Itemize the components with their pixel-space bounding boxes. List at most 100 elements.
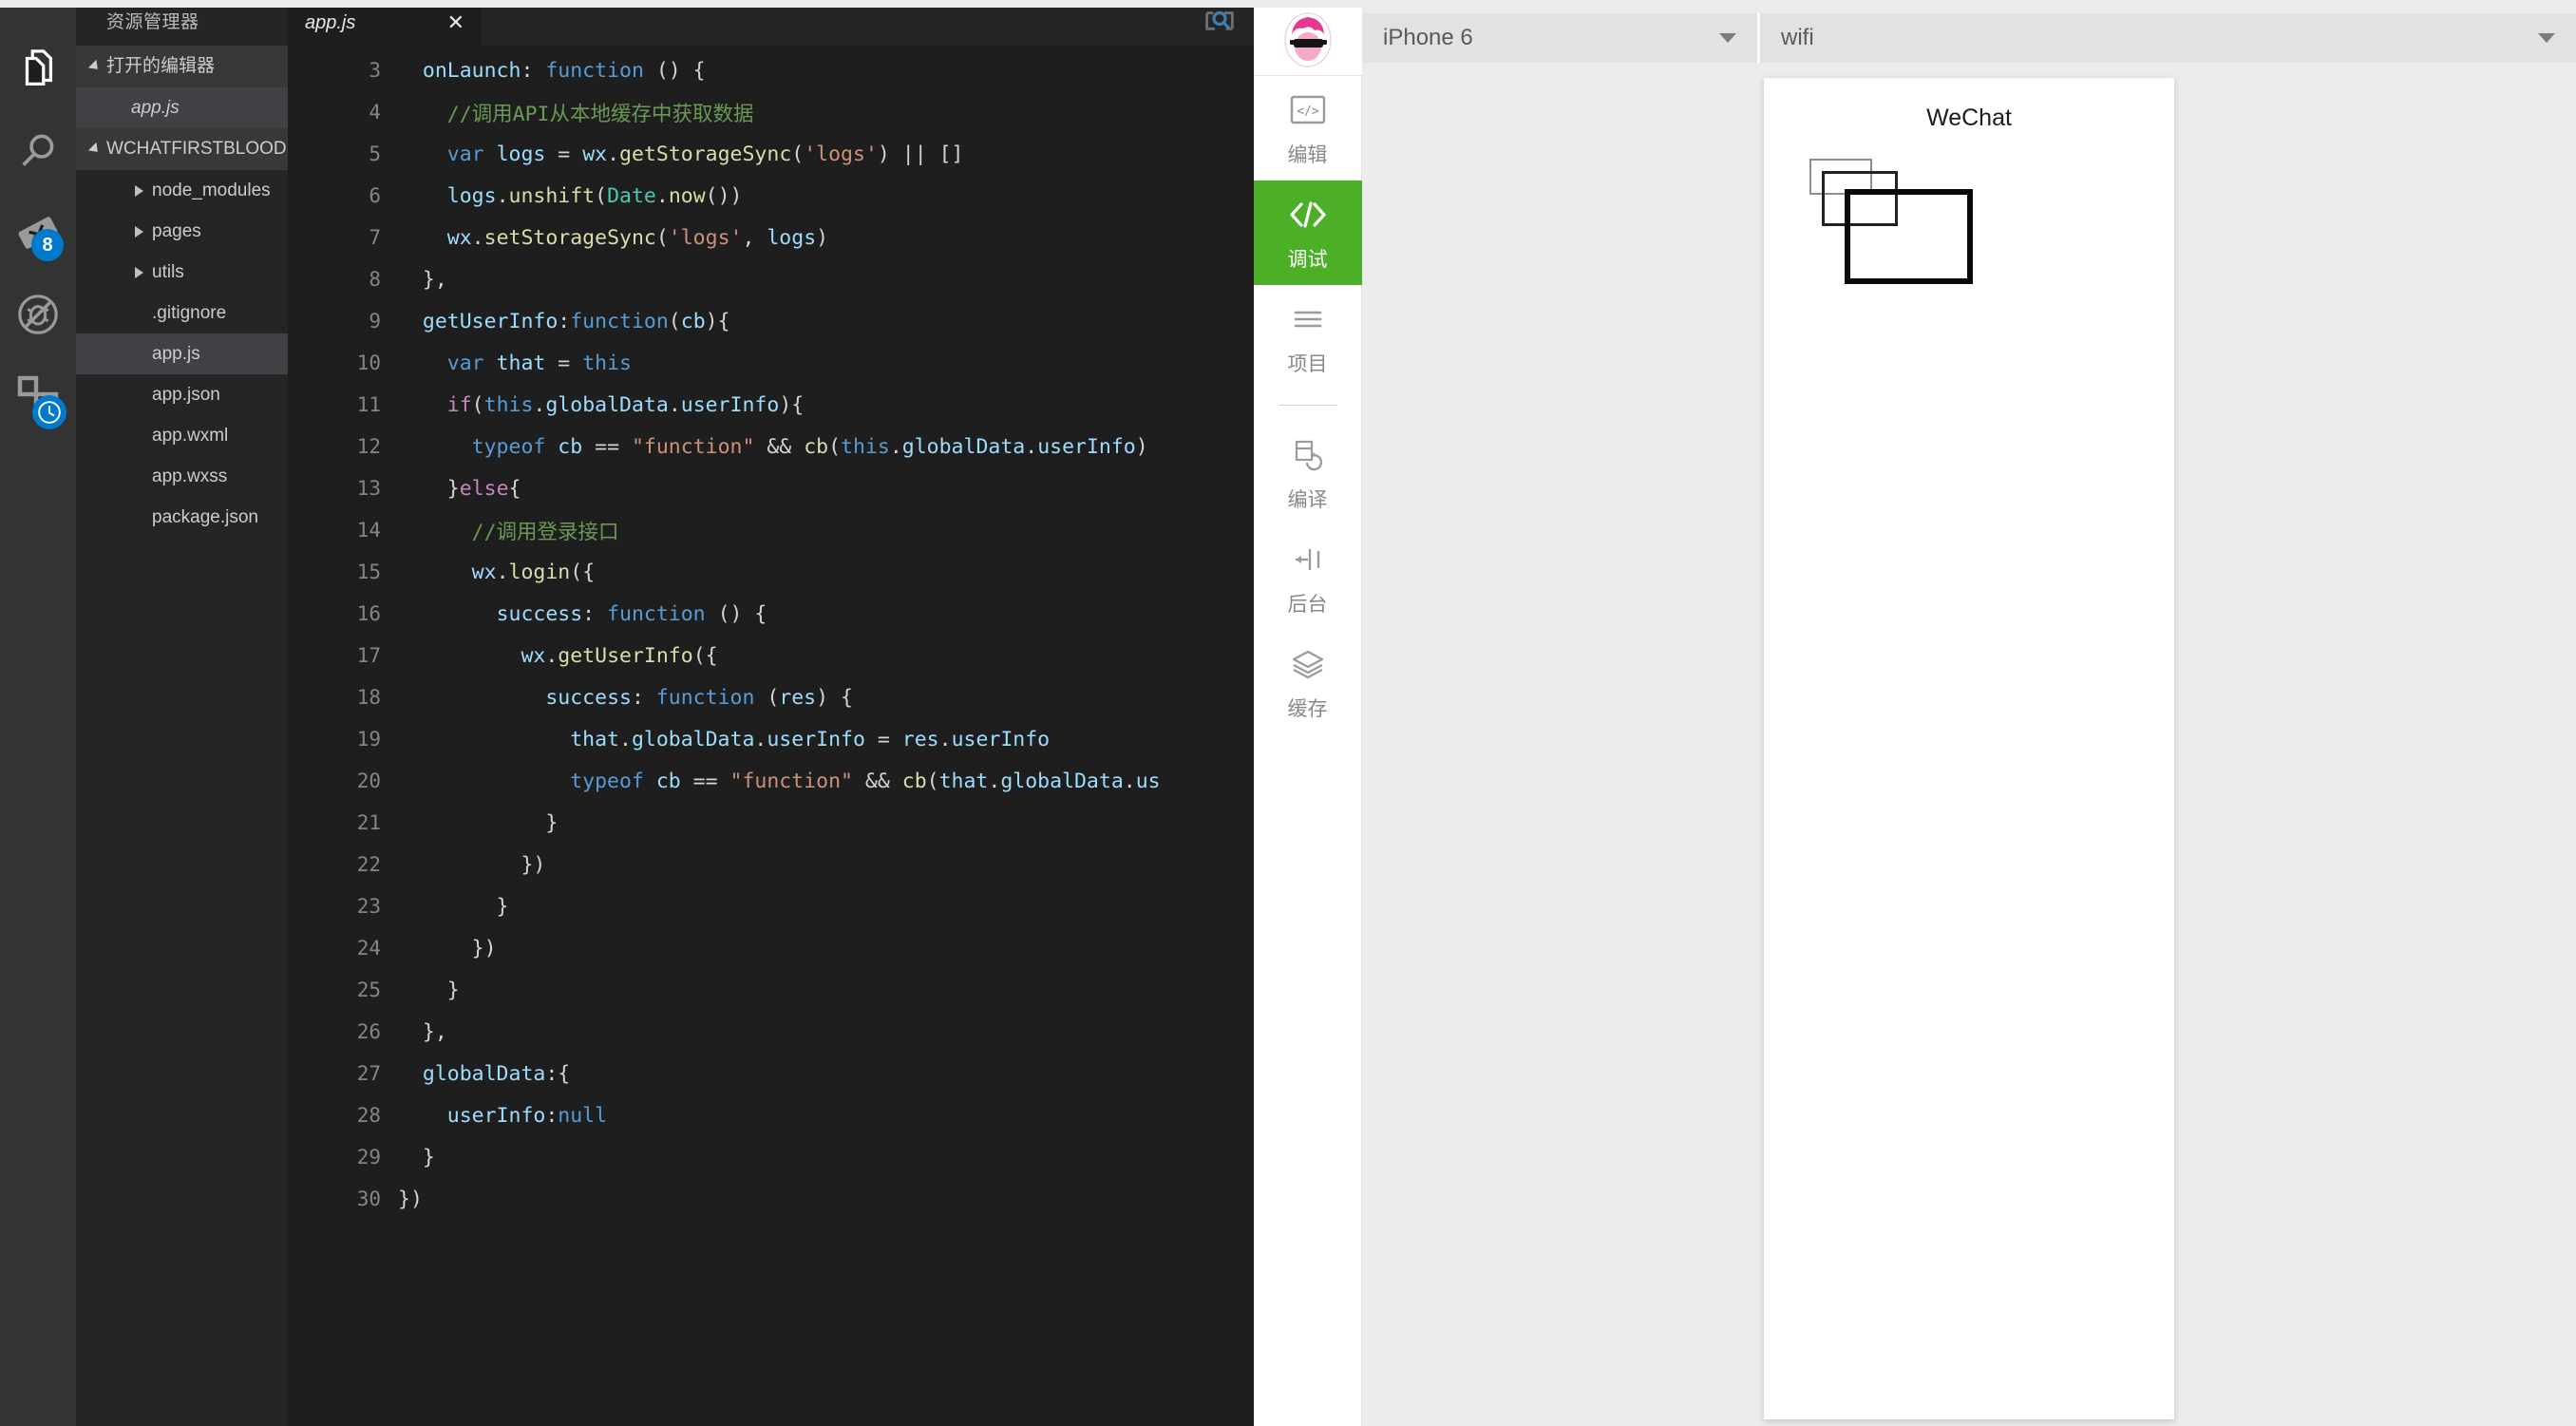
open-editor-item-appjs[interactable]: app.js bbox=[76, 87, 288, 128]
tree-item-app-json[interactable]: app.json bbox=[76, 374, 288, 415]
code-line: 23 } bbox=[288, 885, 1254, 927]
sim-tool-label: 调试 bbox=[1287, 248, 1328, 271]
code-line: 4 //调用API从本地缓存中获取数据 bbox=[288, 91, 1254, 133]
code-line: 3 onLaunch: function () { bbox=[288, 49, 1254, 91]
simulator-pane: </> 编辑 调试 项目 编译 后台 缓存 iPhone 6 wifi WeCh… bbox=[1253, 0, 2576, 1426]
activity-item-search[interactable] bbox=[0, 110, 76, 192]
code-editor[interactable]: 3 onLaunch: function () {4 //调用API从本地缓存中… bbox=[288, 46, 1254, 1426]
activity-item-extensions[interactable] bbox=[0, 355, 76, 437]
tree-item-pages[interactable]: pages bbox=[76, 211, 288, 252]
tree-item-label: app.json bbox=[152, 385, 220, 405]
network-select[interactable]: wifi bbox=[1760, 13, 2576, 63]
tree-item-gitignore[interactable]: .gitignore bbox=[76, 293, 288, 333]
code-line: 10 var that = this bbox=[288, 342, 1254, 384]
sim-tool-project[interactable]: 项目 bbox=[1254, 285, 1362, 390]
activity-bar: 8 bbox=[0, 0, 76, 1426]
ide-window: 8 资源管理器 打开的编辑器 app.js WCHATFIRSTBLOOD no… bbox=[0, 0, 2576, 1426]
line-content: getUserInfo:function(cb){ bbox=[422, 309, 730, 333]
code-line: 21 } bbox=[288, 802, 1254, 844]
line-number: 9 bbox=[369, 310, 381, 333]
sim-tool-label: 编辑 bbox=[1287, 143, 1328, 166]
code-line: 20 typeof cb == "function" && cb(that.gl… bbox=[288, 760, 1254, 802]
code-line: 14 //调用登录接口 bbox=[288, 509, 1254, 551]
line-number: 5 bbox=[369, 143, 381, 165]
code-line: 9 getUserInfo:function(cb){ bbox=[288, 300, 1254, 342]
tree-item-label: pages bbox=[152, 221, 201, 241]
line-number: 23 bbox=[356, 895, 381, 918]
section-open-editors[interactable]: 打开的编辑器 bbox=[76, 46, 288, 87]
tree-item-label: app.wxss bbox=[152, 466, 228, 486]
line-number: 17 bbox=[356, 644, 381, 667]
activity-item-source-control[interactable]: 8 bbox=[0, 192, 76, 274]
chevron-right-icon bbox=[135, 184, 143, 197]
simulator-controls: iPhone 6 wifi bbox=[1362, 0, 2576, 76]
tree-item-node-modules[interactable]: node_modules bbox=[76, 170, 288, 211]
line-content: wx.setStorageSync('logs', logs) bbox=[446, 225, 829, 250]
simulator-stage: WeChat bbox=[1362, 76, 2576, 1426]
line-content: }, bbox=[398, 267, 447, 292]
tree-item-utils[interactable]: utils bbox=[76, 252, 288, 293]
code-line: 28 userInfo:null bbox=[288, 1094, 1254, 1136]
line-content: } bbox=[398, 1145, 435, 1169]
line-number: 21 bbox=[356, 811, 381, 834]
section-project-root-label: WCHATFIRSTBLOOD bbox=[106, 139, 287, 159]
placeholder-boxes bbox=[1764, 159, 2174, 330]
phone-title: WeChat bbox=[1926, 105, 2012, 131]
section-open-editors-label: 打开的编辑器 bbox=[106, 56, 216, 76]
code-line: 7 wx.setStorageSync('logs', logs) bbox=[288, 217, 1254, 258]
tree-item-label: node_modules bbox=[152, 181, 271, 200]
sim-tool-background[interactable]: 后台 bbox=[1254, 525, 1362, 630]
activity-item-debug[interactable] bbox=[0, 274, 76, 355]
close-icon[interactable]: ✕ bbox=[447, 12, 464, 33]
line-content: onLaunch: function () { bbox=[422, 58, 706, 83]
search-icon bbox=[16, 129, 60, 173]
editor-area: app.js ✕ 3 onLaunch: function () {4 //调用… bbox=[288, 0, 1254, 1426]
code-line: 6 logs.unshift(Date.now()) bbox=[288, 175, 1254, 217]
code-line: 29 } bbox=[288, 1136, 1254, 1178]
sim-tool-label: 项目 bbox=[1287, 352, 1328, 375]
line-content: wx.login({ bbox=[471, 560, 596, 584]
sim-tool-cache[interactable]: 缓存 bbox=[1254, 630, 1362, 734]
line-number: 30 bbox=[356, 1188, 381, 1210]
line-content: globalData:{ bbox=[422, 1061, 571, 1086]
line-content: that.globalData.userInfo = res.userInfo bbox=[570, 727, 1051, 751]
line-number: 7 bbox=[369, 226, 381, 249]
line-number: 18 bbox=[356, 686, 381, 709]
code-line: 19 that.globalData.userInfo = res.userIn… bbox=[288, 718, 1254, 760]
tree-item-app-wxss[interactable]: app.wxss bbox=[76, 456, 288, 497]
window-top-strip bbox=[0, 0, 2576, 8]
user-avatar bbox=[1279, 7, 1335, 68]
code-line: 24 }) bbox=[288, 927, 1254, 969]
avatar-container[interactable] bbox=[1253, 0, 1362, 76]
tree-item-app-js[interactable]: app.js bbox=[76, 333, 288, 374]
code-line: 18 success: function (res) { bbox=[288, 676, 1254, 718]
phone-viewport[interactable]: WeChat bbox=[1764, 78, 2174, 1419]
layers-icon bbox=[1287, 643, 1329, 685]
line-number: 28 bbox=[356, 1104, 381, 1127]
activity-item-explorer[interactable] bbox=[0, 29, 76, 110]
tree-item-label: app.js bbox=[152, 344, 200, 364]
code-line: 8 }, bbox=[288, 258, 1254, 300]
line-number: 12 bbox=[356, 435, 381, 458]
code-lines: 3 onLaunch: function () {4 //调用API从本地缓存中… bbox=[288, 49, 1254, 1220]
tree-item-app-wxml[interactable]: app.wxml bbox=[76, 415, 288, 456]
placeholder-box-large bbox=[1845, 189, 1973, 284]
line-number: 25 bbox=[356, 979, 381, 1001]
sim-tool-label: 后台 bbox=[1287, 593, 1328, 616]
section-project-root[interactable]: WCHATFIRSTBLOOD bbox=[76, 128, 288, 170]
line-number: 10 bbox=[356, 352, 381, 374]
sim-tool-edit[interactable]: </> 编辑 bbox=[1254, 76, 1362, 181]
open-editor-label: app.js bbox=[131, 98, 180, 118]
sim-tool-debug[interactable]: 调试 bbox=[1253, 181, 1362, 285]
tree-item-package-json[interactable]: package.json bbox=[76, 497, 288, 538]
line-number: 6 bbox=[369, 184, 381, 207]
code-line: 22 }) bbox=[288, 844, 1254, 885]
line-content: } bbox=[398, 978, 460, 1002]
device-select[interactable]: iPhone 6 bbox=[1362, 13, 1760, 63]
list-lines-icon bbox=[1288, 298, 1328, 340]
sim-tool-compile[interactable]: 编译 bbox=[1254, 421, 1362, 525]
code-line: 30}) bbox=[288, 1178, 1254, 1220]
open-preview-icon[interactable] bbox=[1201, 2, 1239, 45]
tree-item-label: app.wxml bbox=[152, 426, 229, 446]
debug-disabled-icon bbox=[15, 292, 61, 337]
